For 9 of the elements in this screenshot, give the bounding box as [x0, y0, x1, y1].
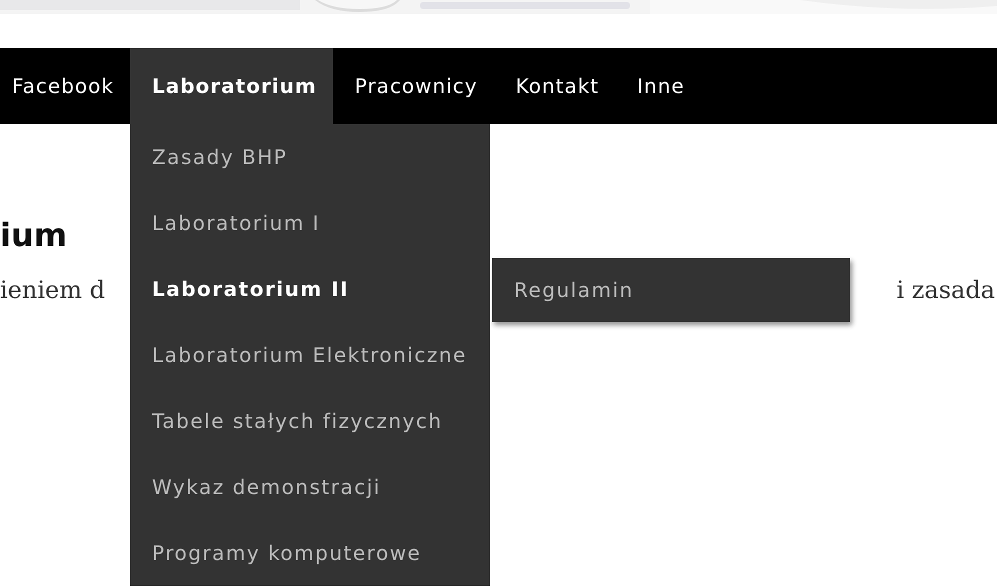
menu-item[interactable]: Regulamin	[492, 258, 850, 322]
paragraph-text: i zasada	[896, 276, 995, 304]
nav-item[interactable]: Pracownicy	[332, 48, 494, 124]
nav-item[interactable]: Facebook	[0, 48, 130, 124]
page-heading: ium	[0, 216, 68, 254]
nav-item[interactable]: Inne	[615, 48, 701, 124]
nav-item[interactable]: Laboratorium	[130, 48, 333, 124]
nav-item[interactable]: Kontakt	[494, 48, 616, 124]
paragraph-text: ieniem d	[0, 276, 105, 304]
